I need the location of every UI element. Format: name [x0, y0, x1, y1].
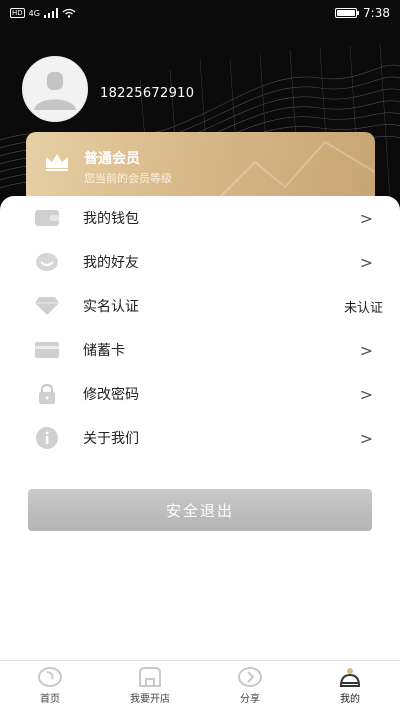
menu-label: 修改密码	[83, 387, 139, 403]
membership-title: 普通会员	[84, 151, 140, 167]
menu-item-friends[interactable]: 我的好友 >	[0, 240, 400, 284]
share-icon	[238, 666, 262, 687]
profile-icon	[339, 667, 361, 687]
nav-home[interactable]: 首页	[0, 661, 100, 710]
verification-status: 未认证	[343, 300, 383, 316]
hd-icon: HD	[10, 8, 25, 18]
nav-label: 我的	[340, 693, 360, 705]
status-time: 7:38	[363, 6, 390, 20]
chevron-right-icon: >	[359, 384, 373, 404]
chevron-right-icon: >	[359, 208, 373, 228]
crown-icon	[46, 154, 68, 171]
membership-subtitle: 您当前的会员等级	[84, 172, 172, 185]
chevron-right-icon: >	[359, 428, 373, 448]
lock-icon	[34, 383, 60, 405]
wifi-icon	[62, 8, 76, 18]
card-icon	[34, 339, 60, 361]
wallet-icon	[34, 207, 60, 229]
nav-label: 我要开店	[130, 693, 170, 705]
phone-number: 18225672910	[100, 86, 195, 101]
bottom-nav: 首页 我要开店 分享 我的	[0, 660, 400, 710]
nav-profile[interactable]: 我的	[300, 661, 400, 710]
status-bar: HD 4G 7:38	[0, 0, 400, 26]
menu-label: 储蓄卡	[83, 343, 125, 359]
network-label: 4G	[28, 8, 40, 18]
logout-button[interactable]: 安全退出	[28, 489, 372, 531]
menu-item-wallet[interactable]: 我的钱包 >	[0, 196, 400, 240]
battery-icon	[335, 8, 360, 18]
nav-open-store[interactable]: 我要开店	[100, 661, 200, 710]
diamond-icon	[34, 295, 60, 317]
menu-label: 关于我们	[83, 431, 139, 447]
smile-icon	[34, 251, 60, 273]
menu-item-debit-card[interactable]: 储蓄卡 >	[0, 328, 400, 372]
nav-share[interactable]: 分享	[200, 661, 300, 710]
menu-label: 实名认证	[83, 299, 139, 315]
nav-label: 首页	[40, 693, 60, 705]
chevron-right-icon: >	[359, 252, 373, 272]
menu-sheet: 我的钱包 > 我的好友 > 实名认证 未认证 储蓄卡 > 修改密码 > 关于我们	[0, 196, 400, 661]
menu-label: 我的钱包	[83, 211, 139, 227]
home-icon	[38, 666, 62, 687]
menu-label: 我的好友	[83, 255, 139, 271]
menu-item-about[interactable]: 关于我们 >	[0, 416, 400, 460]
info-icon	[34, 427, 60, 449]
default-avatar-icon	[24, 58, 86, 120]
avatar[interactable]	[22, 56, 88, 122]
menu-item-verification[interactable]: 实名认证 未认证	[0, 284, 400, 328]
menu-item-change-password[interactable]: 修改密码 >	[0, 372, 400, 416]
store-icon	[139, 666, 161, 687]
signal-icon	[43, 8, 58, 18]
chevron-right-icon: >	[359, 340, 373, 360]
nav-label: 分享	[240, 693, 260, 705]
